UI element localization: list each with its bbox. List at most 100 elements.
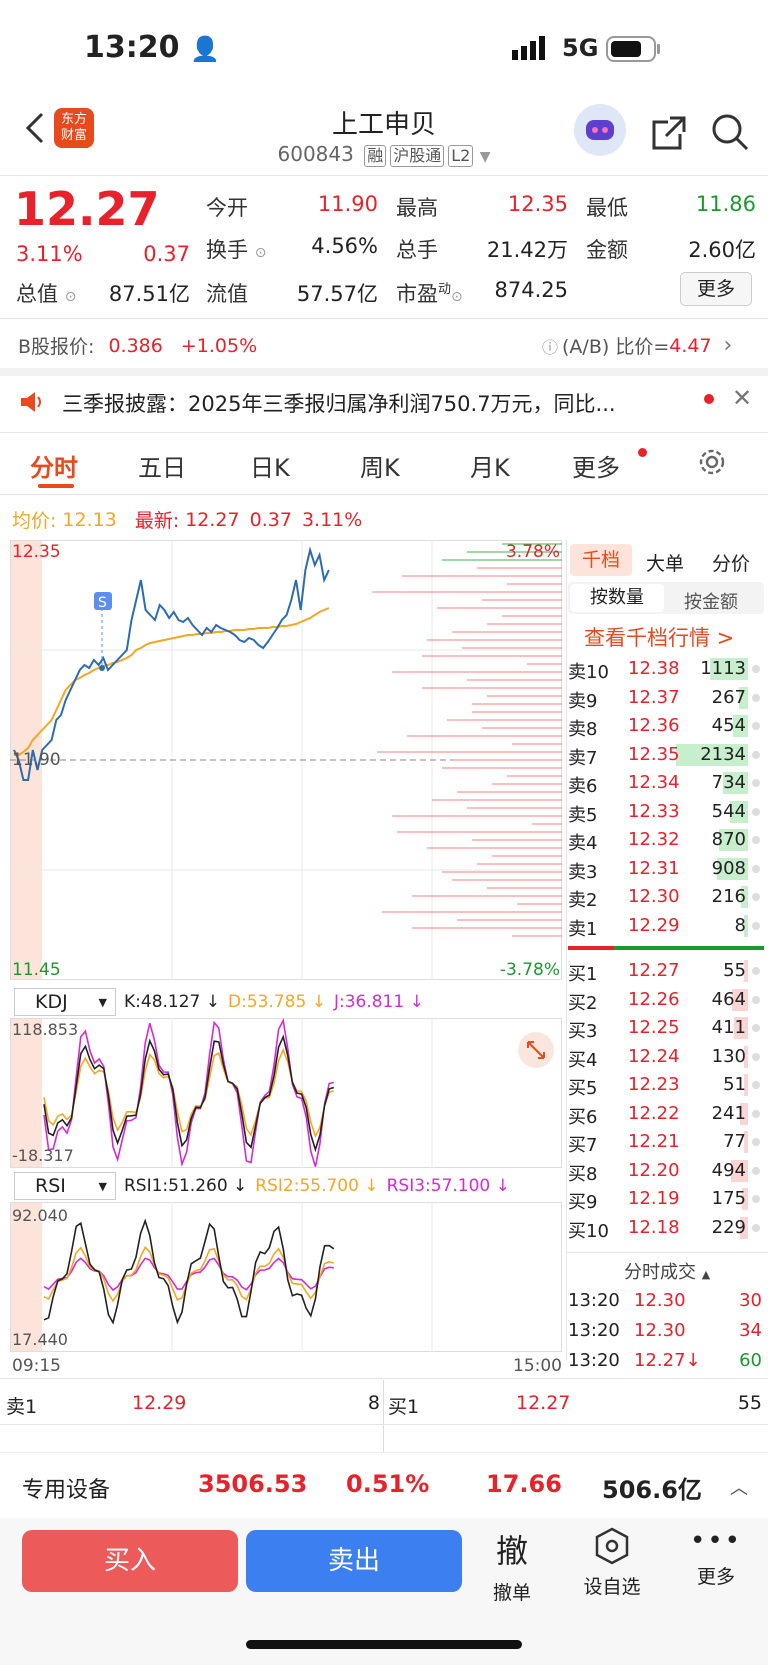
avg-price: 12.13 (62, 508, 117, 531)
sub-tab-quantity[interactable]: 按数量 (570, 584, 664, 612)
cancel-order-button[interactable]: 撤 撤单 (484, 1526, 540, 1605)
ask-row[interactable]: 卖3 12.31 908 (568, 856, 768, 884)
kdj-selector[interactable]: KDJ ▼ (14, 988, 116, 1016)
bid-row[interactable]: 买5 12.23 51 (568, 1072, 768, 1100)
bottom-buy-label: 买1 (388, 1396, 420, 1418)
ask-row[interactable]: 卖5 12.33 544 (568, 799, 768, 827)
spread-green (614, 946, 764, 950)
battery-icon (606, 36, 662, 66)
robot-avatar-icon[interactable] (574, 104, 626, 156)
bid-row[interactable]: 买2 12.26 464 (568, 987, 768, 1015)
bid-row[interactable]: 买6 12.22 241 (568, 1101, 768, 1129)
high-label: 最高 (396, 196, 438, 220)
amount-value: 2.60亿 (688, 238, 756, 262)
rsi-min: 17.440 (12, 1330, 68, 1349)
tab-monthly-k[interactable]: 月K (470, 448, 510, 483)
settings-gear-icon[interactable] (696, 446, 728, 482)
kdj-values: K:48.127 ↓ D:53.785 ↓ J:36.811 ↓ (124, 992, 424, 1012)
rsi-selector[interactable]: RSI ▼ (14, 1172, 116, 1200)
ask-row[interactable]: 卖1 12.29 8 (568, 913, 768, 941)
intraday-chart[interactable]: S (10, 540, 562, 980)
ask-row[interactable]: 卖8 12.36 454 (568, 713, 768, 741)
trade-row: 13:20 12.30 34 (568, 1320, 762, 1341)
tab-more-dot (638, 448, 647, 457)
network-label: 5G (562, 34, 599, 62)
tag-margin: 融 (364, 145, 387, 167)
turnover-value: 4.56% (311, 234, 378, 258)
ask-row[interactable]: 卖9 12.37 267 (568, 685, 768, 713)
sub-tab-amount[interactable]: 按金额 (684, 588, 738, 614)
tab-depth[interactable]: 千档 (570, 544, 632, 576)
chevron-up-icon[interactable]: ︿ (730, 1474, 748, 1500)
axis-mid: 11.90 (12, 750, 61, 770)
search-icon[interactable] (710, 112, 750, 156)
bid-row[interactable]: 买7 12.21 77 (568, 1129, 768, 1157)
pe-label: 市盈动⊙ (396, 282, 463, 306)
sector-pct: 0.51% (346, 1470, 430, 1498)
add-watchlist-button[interactable]: 设自选 (576, 1526, 648, 1599)
more-quote-button[interactable]: 更多 (680, 272, 752, 306)
float-value: 57.57亿 (296, 282, 378, 306)
tab-indicator (38, 484, 74, 488)
change-value: 0.37 (143, 242, 190, 266)
bid-row[interactable]: 买1 12.27 55 (568, 958, 768, 986)
bid-row[interactable]: 买8 12.20 494 (568, 1158, 768, 1186)
bshare-pct: +1.05% (180, 334, 258, 357)
bshare-price: 0.386 (108, 334, 163, 357)
rsi-chart[interactable] (10, 1202, 562, 1352)
bottom-buy-price: 12.27 (516, 1392, 571, 1414)
close-icon[interactable]: ✕ (732, 384, 752, 412)
tab-daily-k[interactable]: 日K (250, 448, 290, 483)
notice-text[interactable]: 三季报披露：2025年三季报归属净利润750.7万元，同比... (62, 388, 682, 418)
ask-row[interactable]: 卖6 12.34 734 (568, 770, 768, 798)
bshare-label: B股报价: (18, 336, 95, 358)
speaker-icon (18, 388, 46, 420)
bottom-buy-vol: 55 (737, 1392, 762, 1414)
dots-icon: ••• (689, 1526, 742, 1556)
expand-icon[interactable] (518, 1032, 554, 1068)
bid-row[interactable]: 买10 12.18 229 (568, 1215, 768, 1243)
turnover-label: 换手 ⊙ (206, 238, 267, 262)
trades-title[interactable]: 分时成交 ▲ (624, 1258, 710, 1284)
tab-intraday[interactable]: 分时 (30, 448, 78, 483)
buy-button[interactable]: 买入 (22, 1530, 238, 1592)
rsi-max: 92.040 (12, 1206, 68, 1225)
ask-row[interactable]: 卖2 12.30 216 (568, 884, 768, 912)
bid-row[interactable]: 买3 12.25 411 (568, 1015, 768, 1043)
rsi-values: RSI1:51.260 ↓ RSI2:55.700 ↓ RSI3:57.100 ↓ (124, 1176, 510, 1196)
rsi-2: RSI2:55.700 ↓ (255, 1176, 379, 1196)
more-actions-button[interactable]: ••• 更多 (684, 1526, 748, 1589)
kdj-k: K:48.127 ↓ (124, 992, 221, 1012)
tab-5day[interactable]: 五日 (138, 448, 186, 483)
svg-text:S: S (98, 595, 107, 611)
depth-link[interactable]: 查看千档行情 > (584, 622, 734, 652)
float-label: 流值 (206, 282, 248, 306)
ask-row[interactable]: 卖7 12.35 2134 (568, 742, 768, 770)
sector-name: 专用设备 (22, 1478, 111, 1503)
tab-price-dist[interactable]: 分价 (712, 549, 750, 576)
bshare-row[interactable]: B股报价: 0.386 +1.05% (18, 332, 257, 359)
tab-big-order[interactable]: 大单 (646, 549, 684, 576)
ask-row[interactable]: 卖4 12.32 870 (568, 827, 768, 855)
rsi-3: RSI3:57.100 ↓ (386, 1176, 510, 1196)
low-label: 最低 (586, 196, 628, 220)
share-icon[interactable] (650, 114, 688, 156)
cancel-label: 撤单 (492, 1582, 531, 1604)
hexagon-icon (595, 1527, 629, 1565)
tag-level2: L2 (448, 145, 474, 167)
volume-value: 21.42万 (486, 238, 568, 262)
sell-button[interactable]: 卖出 (246, 1530, 462, 1592)
tab-weekly-k[interactable]: 周K (360, 448, 400, 483)
kdj-min: -18.317 (12, 1146, 74, 1165)
last-price: 12.27 (14, 182, 160, 236)
bid-row[interactable]: 买4 12.24 130 (568, 1044, 768, 1072)
bottom-sell-price: 12.29 (132, 1392, 187, 1414)
ask-row[interactable]: 卖10 12.38 1113 (568, 656, 768, 684)
chevron-right-icon: › (723, 333, 733, 358)
ab-ratio[interactable]: ⓘ (A/B) 比价= 4.47 › (542, 332, 732, 359)
open-value: 11.90 (317, 192, 378, 216)
tab-more[interactable]: 更多 (572, 448, 620, 483)
bid-row[interactable]: 买9 12.19 175 (568, 1186, 768, 1214)
kdj-chart[interactable] (10, 1017, 562, 1168)
volume-label: 总手 (396, 238, 438, 262)
